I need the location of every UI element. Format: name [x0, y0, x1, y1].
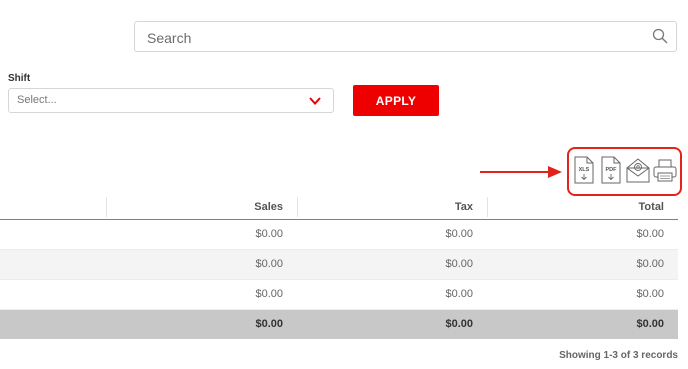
records-summary: Showing 1-3 of 3 records [559, 350, 678, 361]
search-icon[interactable] [652, 28, 668, 44]
total-sales: $0.00 [255, 318, 283, 330]
shift-select[interactable]: Select... [8, 88, 334, 113]
table-row: $0.00 $0.00 $0.00 [0, 250, 678, 280]
arrow-annotation-icon [480, 166, 562, 178]
pdf-file-icon[interactable]: PDF [600, 156, 622, 184]
table-totals-row: $0.00 $0.00 $0.00 [0, 310, 678, 339]
search-input[interactable] [145, 26, 639, 50]
cell-tax: $0.00 [445, 288, 473, 300]
cell-tax: $0.00 [445, 228, 473, 240]
chevron-down-icon[interactable] [309, 96, 321, 106]
xls-icon-text: XLS [579, 167, 590, 173]
apply-button[interactable]: APPLY [353, 85, 439, 116]
header-total[interactable]: Total [489, 195, 664, 219]
cell-sales: $0.00 [255, 288, 283, 300]
header-tax[interactable]: Tax [298, 195, 473, 219]
shift-select-value: Select... [17, 94, 57, 106]
column-divider [106, 197, 107, 217]
table-row: $0.00 $0.00 $0.00 [0, 220, 678, 250]
cell-total: $0.00 [636, 228, 664, 240]
cell-total: $0.00 [636, 258, 664, 270]
table-row: $0.00 $0.00 $0.00 [0, 280, 678, 310]
cell-tax: $0.00 [445, 258, 473, 270]
table-header: Sales Tax Total [0, 195, 678, 220]
total-tax: $0.00 [445, 318, 473, 330]
sales-table: Sales Tax Total $0.00 $0.00 $0.00 $0.00 … [0, 195, 678, 339]
search-box[interactable] [134, 21, 677, 52]
cell-total: $0.00 [636, 288, 664, 300]
header-sales[interactable]: Sales [108, 195, 283, 219]
cell-sales: $0.00 [255, 258, 283, 270]
shift-label: Shift [8, 73, 31, 84]
pdf-icon-text: PDF [606, 167, 618, 173]
column-divider [487, 197, 488, 217]
total-total: $0.00 [636, 318, 664, 330]
email-icon[interactable] [625, 156, 651, 184]
print-icon[interactable] [652, 156, 678, 184]
xls-file-icon[interactable]: XLS [573, 156, 595, 184]
cell-sales: $0.00 [255, 228, 283, 240]
